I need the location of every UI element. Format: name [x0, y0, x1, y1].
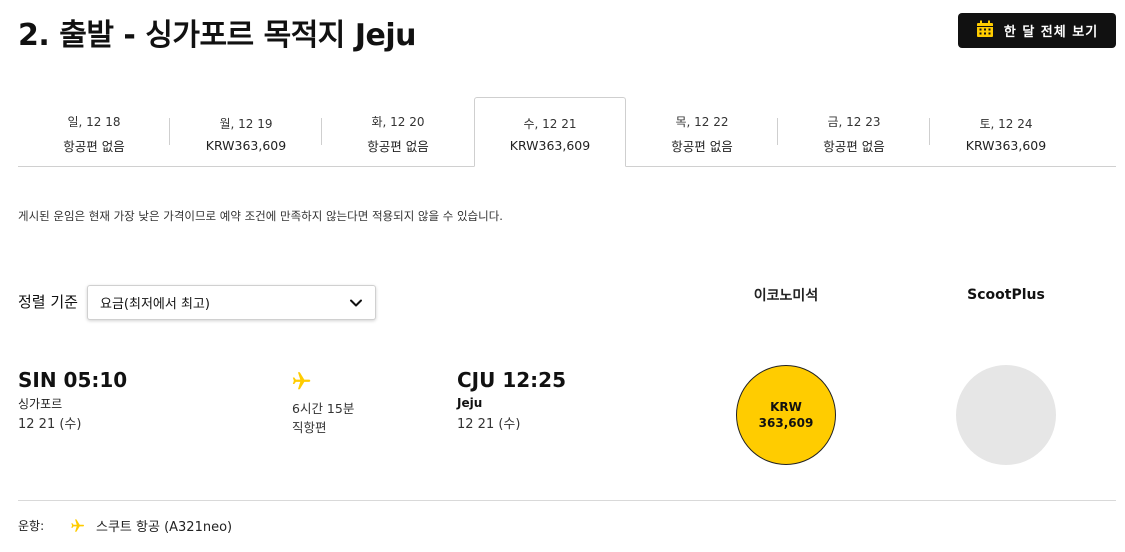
date-tab-12-22[interactable]: 목, 12 22 항공편 없음 — [626, 97, 778, 166]
date-tab-price: KRW363,609 — [205, 137, 287, 153]
chevron-down-icon — [349, 293, 363, 312]
sort-selected-value: 요금(최저에서 최고) — [100, 297, 210, 312]
fare-currency: KRW — [770, 400, 802, 414]
date-tab-12-23[interactable]: 금, 12 23 항공편 없음 — [778, 97, 930, 166]
date-tab-label: 금, 12 23 — [827, 114, 881, 129]
date-tab-label: 월, 12 19 — [219, 116, 273, 131]
date-tab-label: 일, 12 18 — [67, 114, 121, 129]
arrival-date: 12 21 (수) — [457, 417, 521, 432]
departure-time: SIN 05:10 — [18, 368, 128, 392]
date-tab-12-20[interactable]: 화, 12 20 항공편 없음 — [322, 97, 474, 166]
operated-by-label: 운항: — [18, 519, 45, 533]
date-tabs: 일, 12 18 항공편 없음 월, 12 19 KRW363,609 화, 1… — [18, 97, 1116, 167]
scootplus-column-header: ScootPlus — [967, 287, 1045, 303]
flight-stops: 직항편 — [292, 420, 327, 435]
date-tab-12-19[interactable]: 월, 12 19 KRW363,609 — [170, 97, 322, 166]
divider — [18, 500, 1116, 501]
date-tab-label: 수, 12 21 — [523, 117, 577, 131]
date-tab-label: 목, 12 22 — [675, 114, 729, 129]
sort-label: 정렬 기준 — [18, 293, 78, 311]
flight-duration: 6시간 15분 — [292, 401, 355, 416]
page-title: 2. 출발 - 싱가포르 목적지 Jeju — [18, 18, 417, 53]
date-tab-price: 항공편 없음 — [367, 138, 429, 154]
operating-airline: 스쿠트 항공 (A321neo) — [96, 520, 233, 535]
calendar-icon — [976, 20, 994, 42]
date-tab-price: 항공편 없음 — [671, 138, 733, 154]
date-tab-price: 항공편 없음 — [823, 138, 885, 154]
date-tab-price: KRW363,609 — [509, 138, 591, 153]
plane-icon — [70, 517, 86, 537]
view-full-month-label: 한 달 전체 보기 — [1003, 25, 1099, 40]
fare-disclaimer: 게시된 운임은 현재 가장 낮은 가격이므로 예약 조건에 만족하지 않는다면 … — [18, 209, 503, 223]
arrival-time: CJU 12:25 — [457, 368, 566, 392]
economy-column-header: 이코노미석 — [753, 288, 819, 304]
departure-city: 싱가포르 — [18, 397, 63, 411]
date-tab-label: 화, 12 20 — [371, 114, 425, 129]
arrival-city: Jeju — [457, 396, 483, 410]
date-tab-12-21[interactable]: 수, 12 21 KRW363,609 — [474, 97, 626, 167]
date-tab-label: 토, 12 24 — [979, 116, 1033, 131]
economy-fare-button[interactable]: KRW 363,609 — [736, 365, 836, 465]
date-tab-price: KRW363,609 — [965, 137, 1047, 153]
fare-amount: 363,609 — [758, 416, 814, 430]
departure-date: 12 21 (수) — [18, 417, 82, 432]
date-tab-price: 항공편 없음 — [63, 138, 125, 154]
view-full-month-button[interactable]: 한 달 전체 보기 — [958, 13, 1116, 48]
date-tab-12-24[interactable]: 토, 12 24 KRW363,609 — [930, 97, 1082, 166]
sort-select[interactable]: 요금(최저에서 최고) — [87, 285, 376, 320]
date-tab-12-18[interactable]: 일, 12 18 항공편 없음 — [18, 97, 170, 166]
plane-icon — [291, 369, 313, 395]
scootplus-fare-unavailable — [956, 365, 1056, 465]
